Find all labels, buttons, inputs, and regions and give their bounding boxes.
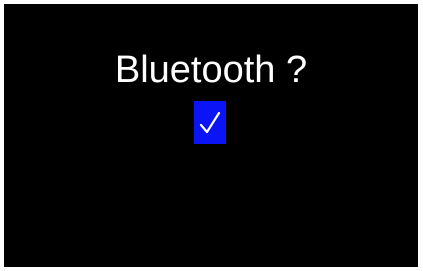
device-screen: Bluetooth ?: [4, 4, 418, 267]
bluetooth-checkbox[interactable]: [194, 101, 226, 144]
checkmark-icon: [199, 111, 221, 134]
bluetooth-prompt-label: Bluetooth ?: [114, 49, 308, 91]
display-frame: Bluetooth ?: [0, 0, 423, 271]
